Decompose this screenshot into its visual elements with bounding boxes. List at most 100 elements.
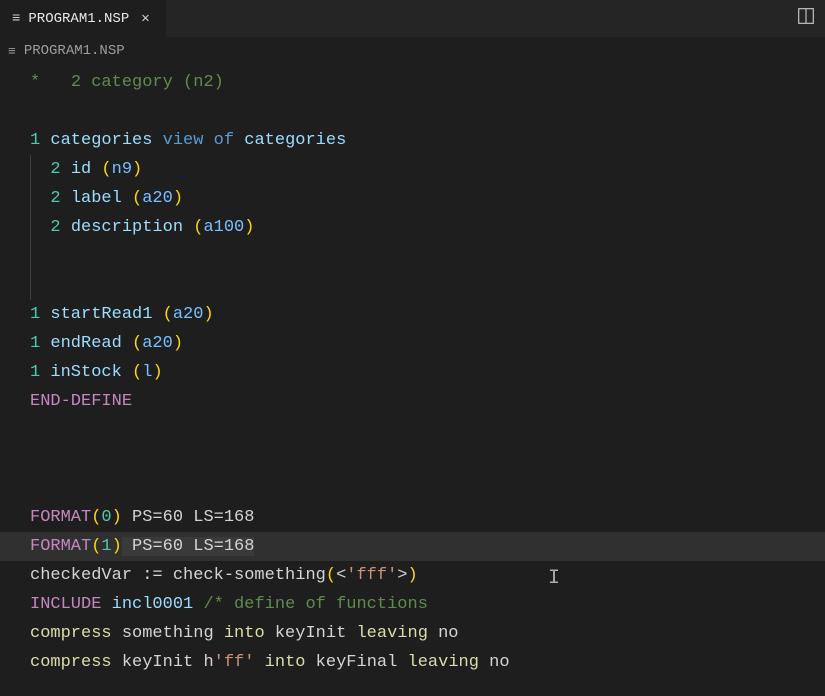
- token: label: [71, 189, 122, 208]
- token: 1: [30, 131, 40, 150]
- file-icon: ≡: [8, 44, 16, 59]
- token: 2: [50, 189, 60, 208]
- token: (: [193, 218, 203, 237]
- token: ): [112, 537, 122, 556]
- code-line[interactable]: 1 endRead (a20): [0, 329, 825, 358]
- token: ): [244, 218, 254, 237]
- token: categories: [50, 131, 152, 150]
- token: leaving: [356, 624, 427, 643]
- token: keyInit h: [112, 653, 214, 672]
- editor-actions: [797, 0, 825, 37]
- code-line[interactable]: checkedVar := check-something(<'fff'>)I: [0, 561, 825, 590]
- token: ): [132, 160, 142, 179]
- token: a20: [142, 334, 173, 353]
- token: view of: [163, 131, 234, 150]
- code-line[interactable]: 1 inStock (l): [0, 358, 825, 387]
- blank-line[interactable]: [0, 445, 825, 474]
- token: inStock: [50, 363, 121, 382]
- code-line[interactable]: 2 label (a20): [0, 184, 825, 213]
- token: ): [152, 363, 162, 382]
- blank-line[interactable]: [0, 242, 825, 271]
- token: <: [336, 566, 346, 585]
- token: END-DEFINE: [30, 392, 132, 411]
- token: startRead1: [50, 305, 152, 324]
- blank-line[interactable]: [0, 416, 825, 445]
- token: (: [91, 537, 101, 556]
- blank-line[interactable]: [0, 474, 825, 503]
- token: FORMAT: [30, 508, 91, 527]
- token: id: [71, 160, 91, 179]
- token: leaving: [408, 653, 479, 672]
- token: into: [224, 624, 265, 643]
- token: no: [479, 653, 510, 672]
- token: ): [112, 508, 122, 527]
- code-line[interactable]: 2 id (n9): [0, 155, 825, 184]
- token: PS=60 LS=168: [122, 537, 255, 556]
- token: (: [326, 566, 336, 585]
- code-line[interactable]: 1 categories view of categories: [0, 126, 825, 155]
- token: (: [132, 334, 142, 353]
- close-icon[interactable]: ✕: [137, 8, 153, 29]
- code-line[interactable]: 2 description (a100): [0, 213, 825, 242]
- token: (: [132, 363, 142, 382]
- token: l: [142, 363, 152, 382]
- tab-bar: ≡ PROGRAM1.NSP ✕: [0, 0, 825, 38]
- token: 1: [30, 305, 40, 324]
- token: (: [91, 508, 101, 527]
- token: [40, 73, 71, 92]
- code-line[interactable]: INCLUDE incl0001 /* define of functions: [0, 590, 825, 619]
- blank-line[interactable]: [0, 97, 825, 126]
- token: /* define of functions: [203, 595, 427, 614]
- file-icon: ≡: [12, 11, 20, 27]
- token: compress: [30, 653, 112, 672]
- split-editor-icon[interactable]: [797, 7, 815, 30]
- token: no: [428, 624, 459, 643]
- token: endRead: [50, 334, 121, 353]
- token: 2: [71, 73, 81, 92]
- code-line-active[interactable]: FORMAT(1) PS=60 LS=168: [0, 532, 825, 561]
- token: FORMAT: [30, 537, 91, 556]
- token: 'ff': [214, 653, 255, 672]
- token: a20: [142, 189, 173, 208]
- token: n9: [112, 160, 132, 179]
- token: 1: [30, 363, 40, 382]
- breadcrumb[interactable]: ≡ PROGRAM1.NSP: [0, 38, 825, 64]
- token: 2: [50, 160, 60, 179]
- token: [254, 653, 264, 672]
- code-line[interactable]: compress something into keyInit leaving …: [0, 619, 825, 648]
- token: incl0001: [101, 595, 203, 614]
- token: 1: [30, 334, 40, 353]
- tab-filename: PROGRAM1.NSP: [28, 11, 129, 27]
- code-line[interactable]: END-DEFINE: [0, 387, 825, 416]
- code-line[interactable]: FORMAT(0) PS=60 LS=168: [0, 503, 825, 532]
- token: 0: [101, 508, 111, 527]
- token: >: [397, 566, 407, 585]
- code-line[interactable]: 1 startRead1 (a20): [0, 300, 825, 329]
- token: ): [173, 189, 183, 208]
- code-editor[interactable]: * 2 category (n2) 1 categories view of c…: [0, 64, 825, 681]
- token: ): [173, 334, 183, 353]
- editor-tab[interactable]: ≡ PROGRAM1.NSP ✕: [0, 0, 166, 37]
- token: keyFinal: [305, 653, 407, 672]
- token: description: [71, 218, 183, 237]
- code-line[interactable]: * 2 category (n2): [0, 68, 825, 97]
- code-line[interactable]: compress keyInit h'ff' into keyFinal lea…: [0, 648, 825, 677]
- token: categories: [244, 131, 346, 150]
- token: ): [407, 566, 417, 585]
- blank-line[interactable]: [0, 271, 825, 300]
- token: ): [203, 305, 213, 324]
- token: (n2): [183, 73, 224, 92]
- token: something: [112, 624, 224, 643]
- token: 1: [101, 537, 111, 556]
- token: 'fff': [346, 566, 397, 585]
- token: into: [265, 653, 306, 672]
- token: (: [132, 189, 142, 208]
- token: [81, 73, 91, 92]
- token: [173, 73, 183, 92]
- token: PS=60 LS=168: [122, 508, 255, 527]
- token: compress: [30, 624, 112, 643]
- text-cursor-icon: I: [548, 564, 560, 593]
- token: a20: [173, 305, 204, 324]
- token-comment: *: [30, 73, 40, 92]
- token: (: [101, 160, 111, 179]
